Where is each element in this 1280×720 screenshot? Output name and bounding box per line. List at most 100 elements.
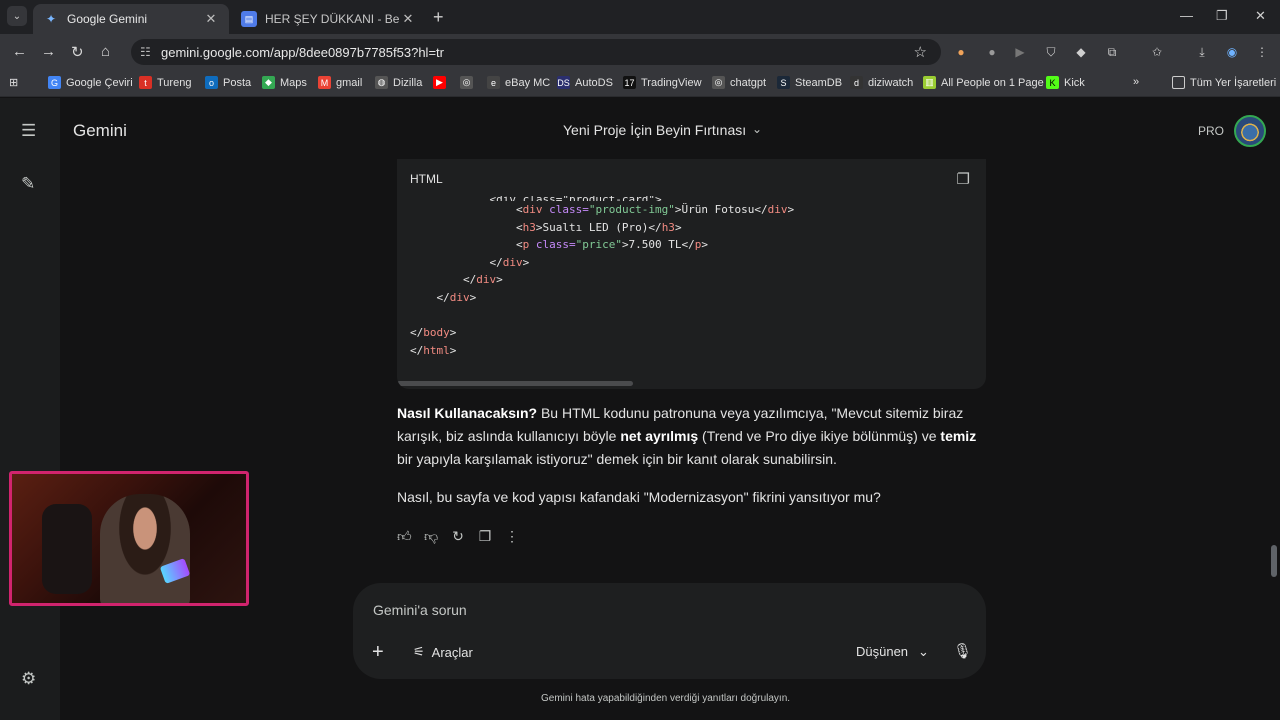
prompt-composer[interactable]: Gemini'a sorun + ⚟ Araçlar Düşünen ⌄ 🎙︎ [353,583,986,679]
profile-icon[interactable]: ◉ [1224,44,1240,60]
maps-icon: ◆ [262,76,275,89]
avatar[interactable] [1234,115,1266,147]
code-token: body [423,326,450,340]
back-icon[interactable]: ← [12,43,27,60]
code-token: </ [410,343,424,357]
code-token: h3 [522,220,536,234]
minimize-icon[interactable]: — [1180,8,1193,23]
bookmark-item[interactable]: ◆ Maps [262,76,307,89]
reload-icon[interactable]: ↻ [71,43,84,61]
bookmark-item[interactable]: 17 TradingView [623,76,702,89]
tab-search-button[interactable]: ⌄ [7,6,27,26]
tools-button[interactable]: ⚟ Araçlar [413,644,473,660]
code-token: > [469,290,477,304]
extension-icon[interactable]: ● [953,44,969,60]
bookmark-item[interactable]: Mgmail [318,76,362,89]
new-tab-icon[interactable]: + [433,7,444,28]
thumbs-down-icon[interactable]: 👎︎ [424,528,438,545]
microphone-icon[interactable]: 🎙︎ [953,642,972,660]
more-bookmarks-icon[interactable]: » [1133,76,1139,88]
prompt-input[interactable]: Gemini'a sorun [373,602,467,618]
main-menu-icon[interactable]: ☰ [21,121,36,141]
code-token: div [767,203,788,216]
code-token: div [449,290,470,304]
code-token: > [701,238,709,252]
code-token: div [502,255,523,269]
model-mode-dropdown[interactable]: Düşünen ⌄ [856,644,929,660]
settings-gear-icon[interactable]: ⚙ [21,669,36,689]
youtube-bookmark[interactable]: ▶ [433,76,451,89]
bookmark-item[interactable]: o Posta [205,76,251,89]
webcam-overlay [9,471,249,606]
bookmark-item[interactable]: ◎ chatgpt [712,76,766,89]
diziwatch-icon: d [850,76,863,89]
bookmark-item[interactable]: G Google Çeviri [48,76,133,89]
code-line: <p class="price">7.500 TL</p> [410,236,794,254]
ebay-icon: e [487,76,500,89]
more-options-icon[interactable]: ⋮ [505,528,519,545]
code-line: <div class="product-img">Ürün Fotosu</di… [410,201,794,219]
add-attachment-icon[interactable]: + [372,641,384,664]
window-close-icon[interactable]: ✕ [1255,8,1266,24]
site-info-icon[interactable]: ☷ [140,45,151,59]
folder-icon [1172,76,1185,89]
regenerate-icon[interactable]: ↻ [451,528,465,545]
bookmark-item[interactable]: DS AutoDS [557,76,613,89]
code-token: </ [410,326,424,340]
thumbs-up-icon[interactable]: 👍︎ [397,528,412,545]
extension-icon[interactable]: ▶ [1012,44,1028,60]
menu-dots-icon[interactable]: ⋮ [1254,44,1270,60]
code-token: </ [410,290,450,304]
translate-icon: G [48,76,61,89]
extensions-puzzle-icon[interactable]: ⧉ [1104,44,1120,60]
tab-google-gemini[interactable]: ✦ Google Gemini ✕ [33,4,229,34]
globe-icon: ◍ [375,76,388,89]
bookmark-item[interactable]: S SteamDB [777,76,842,89]
extension-icon[interactable]: ◆ [1073,44,1089,60]
chevron-down-icon: ⌄ [918,644,929,659]
code-token: h3 [661,220,675,234]
code-block: HTML ❐ <div class="product-card"> <div c… [397,159,986,389]
bookmarks-icon[interactable]: ✩ [1149,44,1165,60]
bookmark-item[interactable]: e eBay MC [487,76,550,89]
bookmark-star-icon[interactable]: ☆ [914,43,927,61]
gemini-favicon-icon: ✦ [45,12,57,26]
restore-icon[interactable]: ❐ [1216,8,1228,24]
code-line: <h3>Sualtı LED (Pro)</h3> [410,219,794,237]
code-token: > [449,343,457,357]
shield-extension-icon[interactable]: ⛉ [1043,44,1059,60]
code-token: "product-img" [588,203,675,216]
forward-icon[interactable]: → [41,43,56,60]
home-icon[interactable]: ⌂ [101,43,110,60]
code-token: </ [410,273,477,287]
conversation-title[interactable]: Yeni Proje İçin Beyin Fırtınası [563,122,746,138]
horizontal-scrollbar[interactable] [397,381,633,386]
close-tab-icon[interactable]: ✕ [400,11,416,27]
vertical-scrollbar[interactable] [1271,545,1277,577]
bookmark-item[interactable]: d diziwatch [850,76,913,89]
apps-grid-icon[interactable]: ⊞ [9,76,18,89]
code-line: </body> [410,324,794,342]
chatgpt-bookmark[interactable]: ◎ [460,76,478,89]
bookmarks-bar: ⊞ G Google Çeviri t Tureng o Posta ◆ Maps Mg… [0,70,1280,97]
new-chat-icon[interactable]: ✎ [21,174,35,194]
address-bar[interactable]: ☷ gemini.google.com/app/8dee0897b7785f53… [131,39,941,65]
chevron-down-icon[interactable]: ⌄ [752,122,762,136]
code-token: html [423,343,450,357]
all-bookmarks-folder[interactable]: Tüm Yer İşaretleri [1172,76,1276,89]
tab-her-sey-dukkani[interactable]: ▤ HER ŞEY DÜKKANI - Belge ✕ [231,4,426,34]
copy-code-icon[interactable]: ❐ [957,170,970,188]
copy-response-icon[interactable]: ❐ [478,528,492,545]
bookmark-item[interactable]: t Tureng [139,76,191,89]
bookmark-item[interactable]: K Kick [1046,76,1085,89]
bookmark-item[interactable]: ▥ All People on 1 Page [923,76,1044,89]
bookmark-item[interactable]: ◍ Dizilla [375,76,422,89]
download-icon[interactable]: ⤓ [1194,44,1210,60]
webcam-person [100,494,190,603]
pro-badge: PRO [1198,124,1225,138]
browser-toolbar: ← → ↻ ⌂ ☷ gemini.google.com/app/8dee0897… [0,34,1280,70]
close-tab-icon[interactable]: ✕ [203,11,219,27]
extension-icon[interactable]: ● [984,44,1000,60]
tab-title: HER ŞEY DÜKKANI - Belge [265,12,400,26]
